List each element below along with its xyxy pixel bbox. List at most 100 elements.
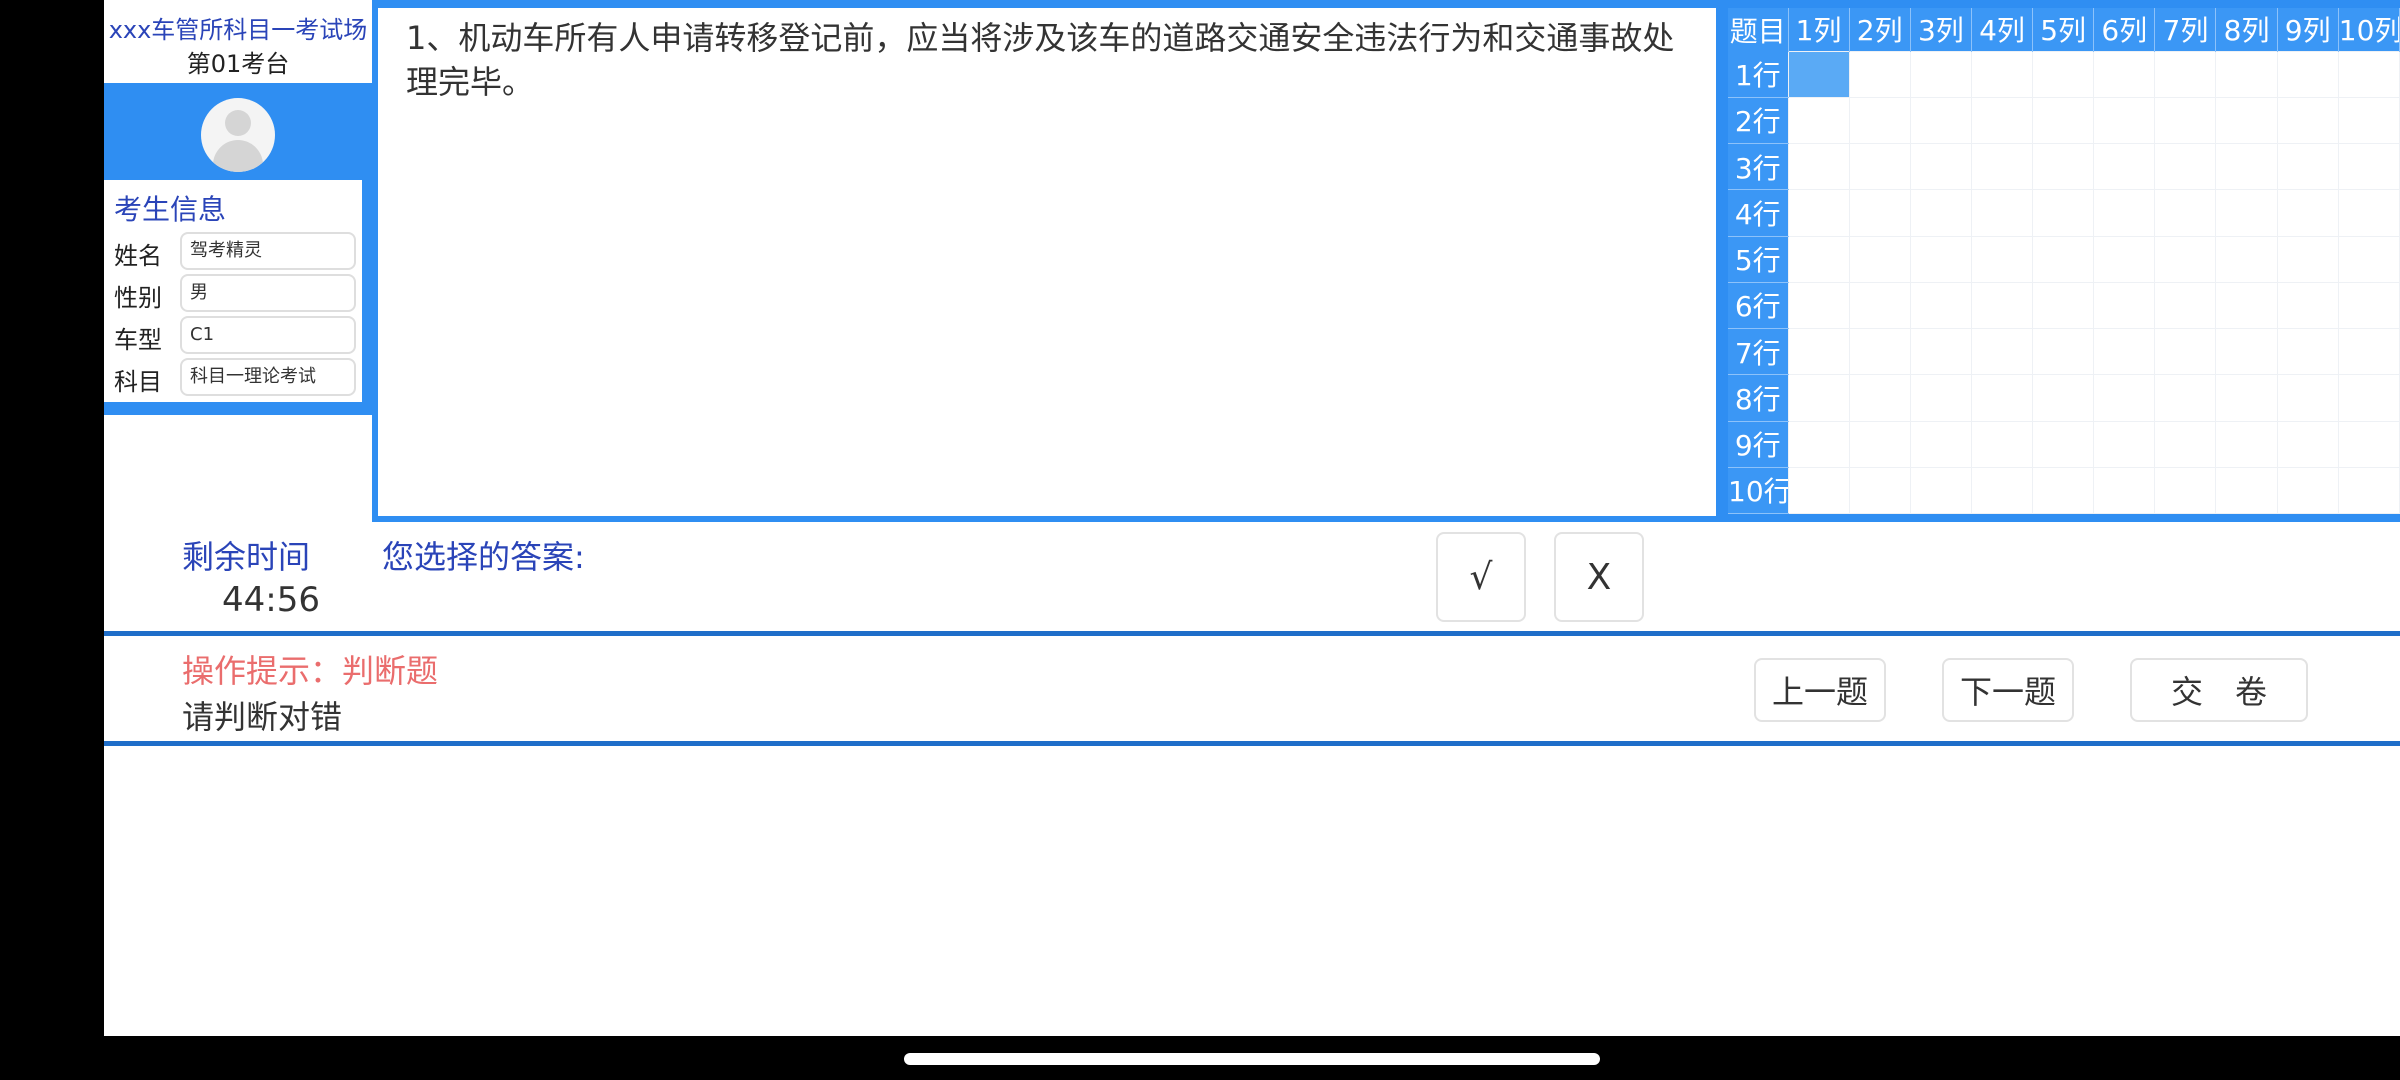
grid-answer-cell[interactable] — [2093, 466, 2156, 515]
grid-answer-cell[interactable] — [2093, 96, 2156, 145]
grid-answer-cell[interactable] — [1970, 96, 2034, 145]
grid-answer-cell[interactable] — [1909, 96, 1972, 145]
grid-answer-cell[interactable] — [2337, 374, 2400, 422]
grid-answer-cell[interactable] — [2032, 466, 2095, 515]
grid-answer-cell[interactable] — [1970, 189, 2034, 237]
grid-answer-cell[interactable] — [1848, 96, 1911, 145]
grid-answer-cell[interactable] — [2276, 281, 2339, 330]
grid-answer-cell[interactable] — [1848, 50, 1911, 98]
grid-answer-cell[interactable] — [1848, 142, 1911, 191]
grid-answer-cell[interactable] — [2215, 189, 2278, 237]
grid-answer-cell[interactable] — [2215, 420, 2278, 468]
grid-answer-cell[interactable] — [1848, 189, 1911, 237]
grid-answer-cell[interactable] — [2215, 50, 2278, 98]
home-indicator[interactable] — [904, 1053, 1600, 1065]
grid-answer-cell[interactable] — [1787, 96, 1850, 145]
grid-answer-cell[interactable] — [1848, 235, 1911, 283]
grid-answer-cell[interactable] — [1787, 281, 1850, 330]
grid-answer-cell[interactable] — [1909, 374, 1972, 422]
grid-answer-cell[interactable] — [2276, 96, 2339, 145]
grid-answer-cell[interactable] — [2337, 281, 2400, 330]
grid-answer-cell[interactable] — [1848, 466, 1911, 515]
grid-answer-cell[interactable] — [1787, 142, 1850, 191]
grid-answer-cell[interactable] — [2276, 50, 2339, 98]
grid-answer-cell[interactable] — [2337, 235, 2400, 283]
grid-answer-cell[interactable] — [2337, 96, 2400, 145]
grid-answer-cell[interactable] — [1848, 374, 1911, 422]
grid-answer-cell[interactable] — [2276, 466, 2339, 515]
grid-answer-cell[interactable] — [2093, 374, 2156, 422]
grid-answer-cell[interactable] — [2337, 327, 2400, 376]
grid-answer-cell[interactable] — [2276, 374, 2339, 422]
submit-exam-button[interactable]: 交 卷 — [2130, 658, 2308, 722]
grid-answer-cell[interactable] — [2093, 235, 2156, 283]
grid-answer-cell[interactable] — [2337, 420, 2400, 468]
grid-answer-cell[interactable] — [2276, 420, 2339, 468]
grid-answer-cell[interactable] — [2154, 235, 2217, 283]
grid-answer-cell[interactable] — [2032, 281, 2095, 330]
grid-answer-cell[interactable] — [2337, 142, 2400, 191]
grid-answer-cell[interactable] — [1909, 142, 1972, 191]
answer-false-button[interactable]: X — [1554, 532, 1644, 622]
grid-answer-cell[interactable] — [1787, 189, 1850, 237]
grid-answer-cell[interactable] — [2215, 96, 2278, 145]
grid-answer-cell[interactable] — [2032, 235, 2095, 283]
grid-answer-cell[interactable] — [2337, 466, 2400, 515]
grid-answer-cell[interactable] — [2032, 327, 2095, 376]
grid-answer-cell[interactable] — [2154, 466, 2217, 515]
grid-answer-cell[interactable] — [2215, 374, 2278, 422]
grid-answer-cell[interactable] — [2032, 142, 2095, 191]
grid-answer-cell[interactable] — [1909, 466, 1972, 515]
grid-answer-cell[interactable] — [2215, 466, 2278, 515]
grid-answer-cell[interactable] — [1970, 142, 2034, 191]
grid-answer-cell[interactable] — [2276, 142, 2339, 191]
grid-answer-cell[interactable] — [1787, 327, 1850, 376]
grid-answer-cell[interactable] — [1787, 374, 1850, 422]
grid-answer-cell[interactable] — [2032, 50, 2095, 98]
grid-answer-cell[interactable] — [1970, 235, 2034, 283]
grid-answer-cell[interactable] — [2154, 96, 2217, 145]
grid-answer-cell[interactable] — [2215, 142, 2278, 191]
grid-answer-cell[interactable] — [2154, 281, 2217, 330]
grid-answer-cell[interactable] — [2093, 189, 2156, 237]
grid-answer-cell[interactable] — [2276, 327, 2339, 376]
grid-answer-cell[interactable] — [2093, 327, 2156, 376]
grid-answer-cell[interactable] — [2215, 235, 2278, 283]
next-question-button[interactable]: 下一题 — [1942, 658, 2074, 722]
grid-answer-cell[interactable] — [1787, 50, 1850, 98]
grid-answer-cell[interactable] — [1848, 420, 1911, 468]
grid-answer-cell[interactable] — [2154, 142, 2217, 191]
grid-answer-cell[interactable] — [2032, 420, 2095, 468]
grid-answer-cell[interactable] — [2337, 189, 2400, 237]
grid-answer-cell[interactable] — [2093, 50, 2156, 98]
grid-answer-cell[interactable] — [2032, 96, 2095, 145]
grid-answer-cell[interactable] — [1787, 420, 1850, 468]
grid-answer-cell[interactable] — [1909, 235, 1972, 283]
grid-answer-cell[interactable] — [2215, 281, 2278, 330]
grid-answer-cell[interactable] — [2093, 281, 2156, 330]
grid-answer-cell[interactable] — [1909, 189, 1972, 237]
grid-answer-cell[interactable] — [1909, 420, 1972, 468]
grid-answer-cell[interactable] — [1970, 374, 2034, 422]
grid-answer-cell[interactable] — [2154, 327, 2217, 376]
grid-answer-cell[interactable] — [2154, 50, 2217, 98]
grid-answer-cell[interactable] — [2154, 420, 2217, 468]
grid-answer-cell[interactable] — [2276, 189, 2339, 237]
grid-answer-cell[interactable] — [1848, 327, 1911, 376]
grid-answer-cell[interactable] — [1909, 327, 1972, 376]
grid-answer-cell[interactable] — [1970, 281, 2034, 330]
grid-answer-cell[interactable] — [1787, 466, 1850, 515]
grid-answer-cell[interactable] — [2337, 50, 2400, 98]
grid-answer-cell[interactable] — [1970, 420, 2034, 468]
grid-answer-cell[interactable] — [2032, 189, 2095, 237]
grid-answer-cell[interactable] — [1970, 50, 2034, 98]
previous-question-button[interactable]: 上一题 — [1754, 658, 1886, 722]
grid-answer-cell[interactable] — [1787, 235, 1850, 283]
grid-answer-cell[interactable] — [1909, 281, 1972, 330]
grid-answer-cell[interactable] — [2154, 189, 2217, 237]
grid-answer-cell[interactable] — [1970, 327, 2034, 376]
answer-true-button[interactable]: √ — [1436, 532, 1526, 622]
grid-answer-cell[interactable] — [1848, 281, 1911, 330]
grid-answer-cell[interactable] — [1909, 50, 1972, 98]
grid-answer-cell[interactable] — [2093, 142, 2156, 191]
